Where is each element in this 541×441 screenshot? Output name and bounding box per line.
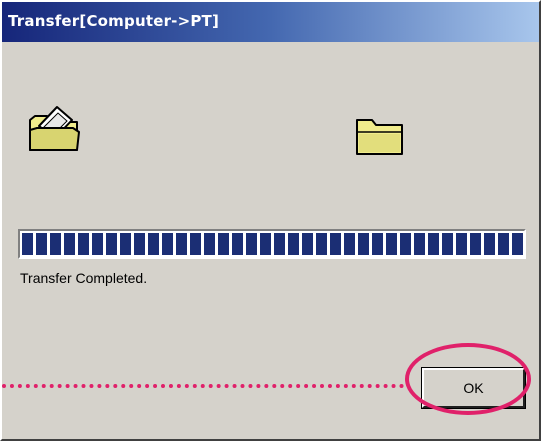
status-text: Transfer Completed. (20, 270, 148, 286)
progress-fill (22, 233, 523, 255)
ok-button[interactable]: OK (421, 367, 526, 409)
folder-open-icon (29, 106, 80, 151)
title-bar[interactable]: Transfer[Computer->PT] (2, 2, 539, 42)
transfer-dialog: Transfer[Computer->PT] Transfer Complete… (0, 0, 541, 441)
folder-icon (356, 119, 403, 155)
annotation-dotted-line (2, 384, 404, 388)
window-title: Transfer[Computer->PT] (8, 12, 220, 30)
progress-bar (18, 229, 526, 259)
